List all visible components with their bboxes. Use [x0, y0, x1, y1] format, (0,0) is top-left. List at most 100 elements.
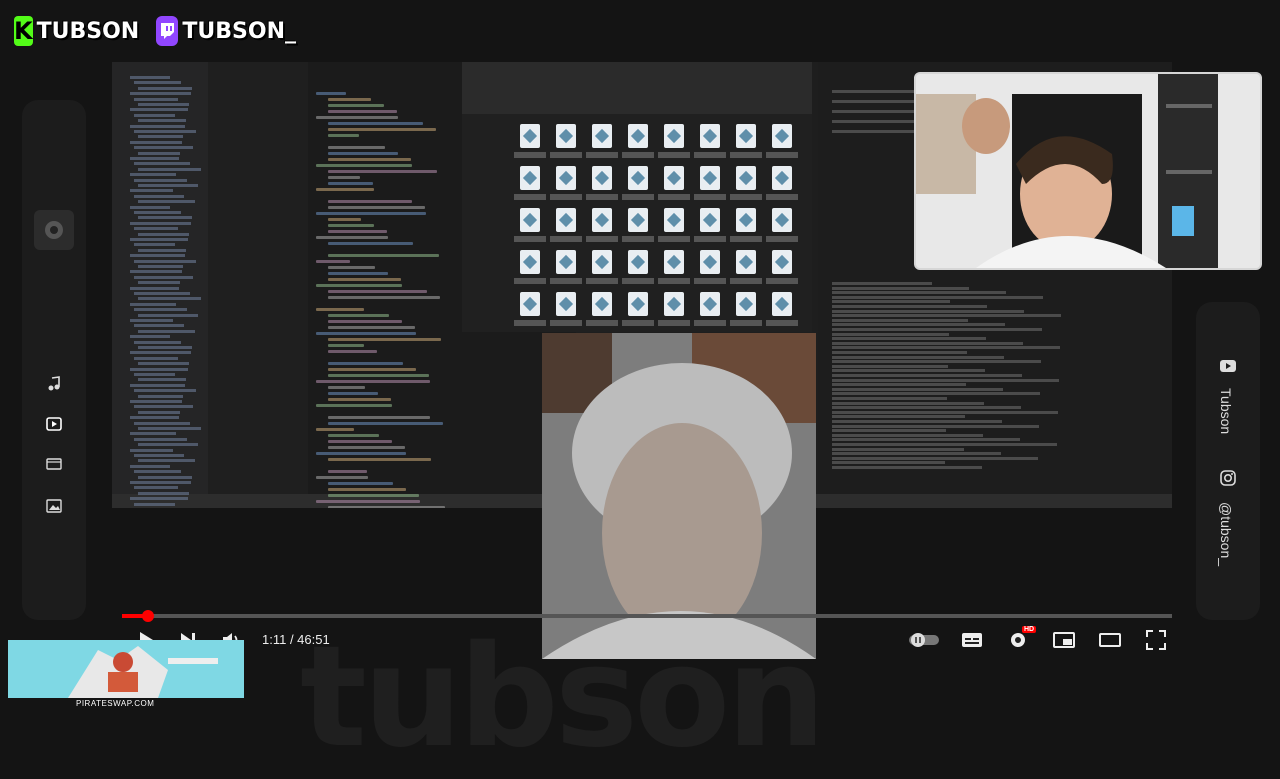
subtitles-icon[interactable]: [958, 628, 986, 652]
file-icon[interactable]: [772, 292, 792, 316]
file-icon[interactable]: [628, 292, 648, 316]
file-icon[interactable]: [520, 124, 540, 148]
file-icon[interactable]: [520, 208, 540, 232]
code-line: [328, 506, 445, 508]
chat-text-line: [832, 337, 986, 341]
file-tree-entry: [138, 362, 189, 366]
code-line: [328, 446, 405, 449]
file-tree-entry: [130, 157, 179, 160]
chat-text-line: [832, 452, 1001, 456]
file-icon[interactable]: [556, 208, 576, 232]
file-tree-entry: [134, 356, 178, 360]
file-label: [622, 320, 654, 326]
file-label: [658, 152, 690, 158]
file-tree-entry: [138, 346, 192, 349]
file-label: [658, 236, 690, 242]
progress-scrubber[interactable]: [142, 610, 155, 622]
file-icon[interactable]: [592, 208, 612, 232]
play-video-icon[interactable]: [44, 414, 64, 434]
file-icon[interactable]: [700, 166, 720, 190]
file-icon[interactable]: [772, 124, 792, 148]
file-icon[interactable]: [736, 166, 756, 190]
file-icon[interactable]: [664, 124, 684, 148]
file-tree-entry: [138, 86, 192, 90]
file-icon[interactable]: [520, 250, 540, 274]
file-icon[interactable]: [700, 250, 720, 274]
code-line: [328, 326, 415, 329]
file-icon[interactable]: [700, 124, 720, 148]
file-icon[interactable]: [736, 124, 756, 148]
file-icon[interactable]: [736, 208, 756, 232]
file-label: [730, 320, 762, 326]
code-line: [316, 308, 364, 311]
file-tree-entry: [138, 297, 201, 301]
file-icon[interactable]: [520, 292, 540, 316]
file-icon[interactable]: [556, 124, 576, 148]
chat-text-line: [832, 332, 949, 336]
file-icon[interactable]: [556, 250, 576, 274]
file-label: [586, 194, 618, 200]
film-icon[interactable]: [44, 454, 64, 474]
code-line: [328, 350, 377, 353]
file-label: [550, 194, 582, 200]
youtube-icon[interactable]: [1218, 356, 1238, 376]
sponsor-banner[interactable]: [8, 640, 244, 698]
autoplay-toggle-icon[interactable]: [906, 628, 942, 652]
file-icon[interactable]: [664, 292, 684, 316]
file-icon[interactable]: [592, 250, 612, 274]
file-icon[interactable]: [772, 250, 792, 274]
left-sidebar: [22, 100, 86, 620]
channel-avatar: [34, 210, 74, 250]
file-tree-entry: [130, 92, 191, 96]
chat-text-line: [832, 328, 1042, 331]
file-icon[interactable]: [556, 292, 576, 316]
file-tree-entry: [138, 410, 180, 414]
file-tree-entry: [138, 151, 180, 155]
theater-mode-icon[interactable]: [1096, 628, 1124, 652]
image-icon[interactable]: [44, 496, 64, 516]
miniplayer-icon[interactable]: [1050, 628, 1078, 652]
guest-webcam: [542, 333, 816, 659]
file-icon[interactable]: [664, 208, 684, 232]
file-icon[interactable]: [628, 208, 648, 232]
youtube-channel-name: Tubson: [1218, 388, 1234, 435]
file-label: [622, 194, 654, 200]
code-line: [328, 392, 378, 395]
file-icon[interactable]: [736, 292, 756, 316]
settings-icon[interactable]: HD: [1004, 626, 1037, 652]
code-line: [328, 206, 425, 209]
file-icon[interactable]: [592, 292, 612, 316]
instagram-icon[interactable]: [1218, 468, 1238, 488]
music-note-icon[interactable]: [44, 374, 64, 394]
file-icon[interactable]: [736, 250, 756, 274]
file-icon[interactable]: [628, 124, 648, 148]
chat-text-line: [832, 383, 966, 387]
file-icon[interactable]: [556, 166, 576, 190]
file-icon[interactable]: [772, 166, 792, 190]
chat-text-line: [832, 392, 1040, 396]
file-icon[interactable]: [628, 250, 648, 274]
chat-text-line: [832, 401, 984, 405]
file-tree-entry: [134, 113, 175, 117]
time-display: 1:11 / 46:51: [262, 632, 330, 647]
file-icon[interactable]: [700, 292, 720, 316]
file-icon[interactable]: [628, 166, 648, 190]
file-label: [658, 320, 690, 326]
code-line: [328, 122, 423, 125]
file-icon[interactable]: [664, 250, 684, 274]
video-progress-bar[interactable]: [122, 610, 1172, 622]
file-icon[interactable]: [520, 166, 540, 190]
file-icon[interactable]: [772, 208, 792, 232]
chat-text-line: [832, 314, 1061, 318]
file-icon[interactable]: [664, 166, 684, 190]
file-icon[interactable]: [592, 166, 612, 190]
file-icon[interactable]: [592, 124, 612, 148]
file-label: [694, 236, 726, 242]
code-line: [316, 92, 346, 95]
file-label: [586, 152, 618, 158]
file-icon[interactable]: [700, 208, 720, 232]
code-line: [328, 320, 402, 323]
file-tree-entry: [138, 459, 195, 463]
fullscreen-icon[interactable]: [1142, 628, 1170, 652]
chat-text-line: [832, 374, 1022, 377]
